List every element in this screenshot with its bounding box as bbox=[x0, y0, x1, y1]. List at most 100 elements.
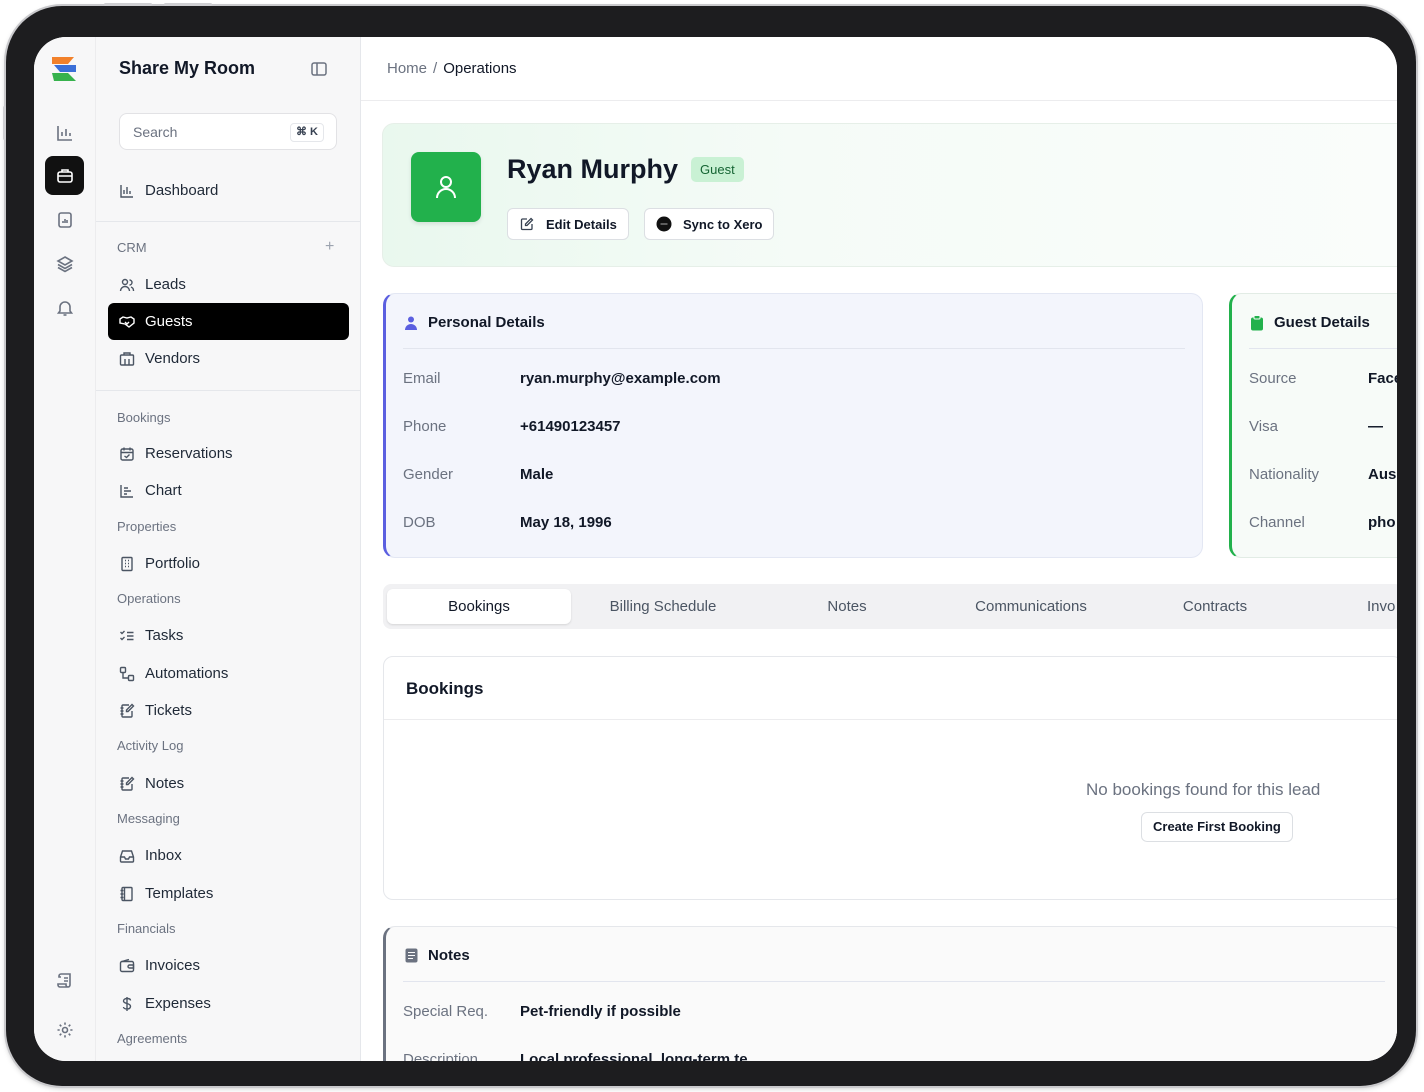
sidebar-item-label: Automations bbox=[145, 665, 229, 682]
sidebar-item-invoices[interactable]: Invoices bbox=[108, 947, 349, 984]
section-operations: Operations bbox=[117, 591, 181, 606]
gear-icon bbox=[57, 1022, 72, 1037]
email-label: Email bbox=[403, 370, 441, 387]
gender-label: Gender bbox=[403, 466, 454, 483]
breadcrumb: Home / Operations bbox=[387, 60, 517, 77]
create-first-booking-button[interactable]: Create First Booking bbox=[1141, 812, 1293, 842]
bookings-title: Bookings bbox=[406, 679, 484, 698]
empty-state-message: No bookings found for this lead bbox=[1086, 780, 1321, 799]
sync-to-xero-label: Sync to Xero bbox=[683, 216, 763, 232]
reports-rail-button[interactable] bbox=[45, 200, 84, 239]
layers-icon bbox=[55, 255, 74, 272]
sidebar-item-expenses[interactable]: Expenses bbox=[108, 985, 349, 1022]
layers-rail-button[interactable] bbox=[45, 244, 84, 283]
analytics-rail-button[interactable] bbox=[45, 113, 84, 152]
icon-rail bbox=[34, 37, 96, 1061]
nationality-value: Aus bbox=[1368, 466, 1397, 483]
notes-card: Notes Special Req. Pet-friendly if possi… bbox=[383, 926, 1397, 1061]
notebook-pen-icon bbox=[118, 775, 135, 792]
visa-value: — bbox=[1368, 418, 1383, 435]
user-icon bbox=[436, 176, 456, 199]
edit-details-button[interactable]: Edit Details bbox=[507, 208, 629, 240]
sidebar-item-label: Reservations bbox=[145, 445, 233, 462]
divider bbox=[1249, 348, 1397, 349]
note-icon bbox=[403, 948, 419, 964]
tab-invoices[interactable]: Invo bbox=[1307, 589, 1397, 624]
section-messaging: Messaging bbox=[117, 811, 180, 826]
sidebar-item-chart[interactable]: Chart bbox=[108, 472, 349, 509]
tab-bookings[interactable]: Bookings bbox=[387, 589, 571, 624]
tab-contracts[interactable]: Contracts bbox=[1123, 589, 1307, 624]
sidebar-item-label: Vendors bbox=[145, 350, 201, 367]
add-crm-icon[interactable]: + bbox=[325, 238, 334, 256]
source-label: Source bbox=[1249, 370, 1297, 387]
workflow-icon bbox=[118, 665, 135, 682]
search-shortcut: ⌘ K bbox=[290, 123, 324, 142]
tab-billing-schedule[interactable]: Billing Schedule bbox=[571, 589, 755, 624]
special-req-label: Special Req. bbox=[403, 1003, 489, 1020]
dollar-icon bbox=[118, 995, 135, 1012]
avatar bbox=[411, 152, 481, 222]
sidebar-item-guests[interactable]: Guests bbox=[108, 303, 349, 340]
divider bbox=[96, 221, 360, 222]
sidebar-item-tickets[interactable]: Tickets bbox=[108, 692, 349, 729]
device-button bbox=[104, 3, 152, 6]
sidebar-item-portfolio[interactable]: Portfolio bbox=[108, 545, 349, 582]
sidebar-item-leads[interactable]: Leads bbox=[108, 266, 349, 303]
sidebar-item-notes[interactable]: Notes bbox=[108, 765, 349, 802]
source-value: Face bbox=[1368, 370, 1397, 387]
nationality-label: Nationality bbox=[1249, 466, 1320, 483]
section-bookings: Bookings bbox=[117, 410, 171, 425]
inbox-icon bbox=[118, 847, 135, 864]
bell-icon bbox=[56, 300, 73, 316]
notebook-pen-icon bbox=[118, 702, 135, 719]
edit-icon bbox=[519, 216, 535, 232]
tab-notes[interactable]: Notes bbox=[755, 589, 939, 624]
breadcrumb-separator: / bbox=[433, 60, 438, 77]
notifications-rail-button[interactable] bbox=[45, 288, 84, 327]
section-agreements: Agreements bbox=[117, 1031, 188, 1046]
description-label: Description bbox=[403, 1051, 479, 1061]
sidebar-item-templates[interactable]: Templates bbox=[108, 875, 349, 912]
tab-communications[interactable]: Communications bbox=[939, 589, 1123, 624]
calendar-check-icon bbox=[118, 445, 135, 462]
search-input[interactable]: Search ⌘ K bbox=[119, 113, 337, 150]
checklist-icon bbox=[118, 627, 135, 644]
clipboard-icon bbox=[1249, 314, 1265, 331]
book-icon bbox=[118, 885, 135, 902]
sidebar: Share My Room Search ⌘ K Dashboard CRM +… bbox=[96, 37, 361, 1061]
gantt-chart-icon bbox=[118, 482, 135, 499]
sidebar-item-vendors[interactable]: Vendors bbox=[108, 340, 349, 377]
section-financials: Financials bbox=[117, 921, 176, 936]
app-name: Share My Room bbox=[119, 58, 256, 78]
sidebar-item-automations[interactable]: Automations bbox=[108, 655, 349, 692]
tab-bar: Bookings Billing Schedule Notes Communic… bbox=[383, 584, 1397, 629]
bar-chart-icon bbox=[118, 182, 135, 199]
special-req-value: Pet-friendly if possible bbox=[520, 1003, 681, 1020]
sidebar-item-label: Inbox bbox=[145, 847, 182, 864]
sidebar-item-reservations[interactable]: Reservations bbox=[108, 435, 349, 472]
sidebar-toggle-icon[interactable] bbox=[310, 60, 328, 78]
operations-rail-button[interactable] bbox=[45, 156, 84, 195]
sync-to-xero-button[interactable]: Sync to Xero bbox=[644, 208, 775, 240]
users-icon bbox=[118, 276, 135, 293]
status-badge: Guest bbox=[691, 157, 744, 182]
sidebar-item-label: Guests bbox=[145, 313, 193, 330]
docs-rail-button[interactable] bbox=[45, 960, 84, 999]
sidebar-item-label: Portfolio bbox=[145, 555, 201, 572]
breadcrumb-home[interactable]: Home bbox=[387, 60, 427, 77]
report-icon bbox=[57, 211, 72, 228]
sidebar-item-tasks[interactable]: Tasks bbox=[108, 617, 349, 654]
topbar: Home / Operations bbox=[361, 37, 1397, 101]
sidebar-item-inbox[interactable]: Inbox bbox=[108, 837, 349, 874]
settings-rail-button[interactable] bbox=[45, 1010, 84, 1049]
sidebar-item-label: Tasks bbox=[145, 627, 184, 644]
device-frame: Share My Room Search ⌘ K Dashboard CRM +… bbox=[3, 3, 1416, 1086]
card-title-text: Guest Details bbox=[1274, 314, 1370, 331]
app-screen: Share My Room Search ⌘ K Dashboard CRM +… bbox=[34, 37, 1397, 1061]
sidebar-item-label: Notes bbox=[145, 775, 185, 792]
sidebar-item-label: Expenses bbox=[145, 995, 211, 1012]
edit-details-label: Edit Details bbox=[546, 216, 617, 232]
sidebar-item-label: Leads bbox=[145, 276, 186, 293]
sidebar-item-dashboard[interactable]: Dashboard bbox=[108, 172, 349, 209]
